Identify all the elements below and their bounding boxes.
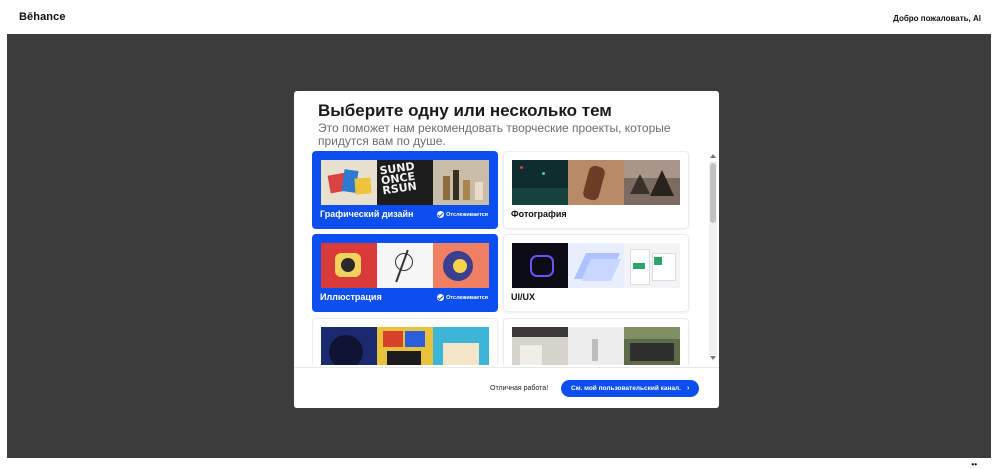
topic-card-graphic-design[interactable]: SUND ONCE RSUN Графический дизайн Отслежив… xyxy=(313,152,497,228)
thumbnail-image xyxy=(624,160,680,205)
thumbnail-image xyxy=(377,327,433,365)
check-circle-icon xyxy=(437,294,445,301)
topic-label: UI/UX xyxy=(511,292,536,302)
thumbnail-image xyxy=(512,160,568,205)
badge-label: Отслеживается xyxy=(446,294,488,301)
scroll-thumb[interactable] xyxy=(710,163,716,223)
topic-card-ui-ux[interactable]: UI/UX xyxy=(504,235,688,311)
modal-title: Выберите одну или несколько тем xyxy=(318,101,612,120)
thumbnail-image xyxy=(433,160,489,205)
thumbnail-image xyxy=(433,327,489,365)
welcome-text: Добро пожаловать, Al xyxy=(893,14,981,23)
topic-thumbnails: SUND ONCE RSUN xyxy=(321,160,489,205)
thumbnail-image xyxy=(433,243,489,288)
topic-label: Графический дизайн xyxy=(320,209,414,219)
topic-thumbnails xyxy=(321,327,489,365)
topic-scrollbar[interactable] xyxy=(709,153,717,363)
topic-picker-modal: Выберите одну или несколько тем Это помо… xyxy=(294,91,719,408)
topic-label: Фотография xyxy=(511,209,567,219)
thumbnail-image xyxy=(568,243,624,288)
thumbnail-image xyxy=(568,327,624,365)
bottom-strip xyxy=(0,458,993,468)
thumbnail-image xyxy=(321,160,377,205)
behance-logo[interactable]: Bēhance xyxy=(19,11,66,23)
topic-thumbnails xyxy=(512,160,680,205)
thumbnail-image xyxy=(624,243,680,288)
topic-thumbnails xyxy=(321,243,489,288)
scroll-down-icon[interactable] xyxy=(710,356,716,360)
topic-grid[interactable]: SUND ONCE RSUN Графический дизайн Отслежив… xyxy=(312,151,712,365)
top-bar: Bēhance Добро пожаловать, Al xyxy=(0,0,993,34)
following-badge: Отслеживается xyxy=(437,294,488,301)
thumbnail-image xyxy=(377,243,433,288)
topic-label: Иллюстрация xyxy=(320,292,382,302)
scroll-up-icon[interactable] xyxy=(710,154,716,158)
thumbnail-image xyxy=(512,327,568,365)
thumbnail-image xyxy=(512,243,568,288)
footer-note: Отличная работа! xyxy=(490,385,549,392)
topic-thumbnails xyxy=(512,327,680,365)
topic-card-photography[interactable]: Фотография xyxy=(504,152,688,228)
thumbnail-image xyxy=(321,327,377,365)
thumbnail-image: SUND ONCE RSUN xyxy=(377,160,433,205)
modal-footer: Отличная работа! См. мой пользовательски… xyxy=(294,367,719,408)
topic-thumbnails xyxy=(512,243,680,288)
view-feed-button[interactable]: См. мой пользовательский канал. › xyxy=(561,380,700,397)
modal-subtitle: Это поможет нам рекомендовать творческие… xyxy=(318,121,671,148)
chevron-right-icon: › xyxy=(686,385,690,392)
check-circle-icon xyxy=(437,211,445,218)
topic-card[interactable] xyxy=(313,319,497,365)
thumbnail-image xyxy=(568,160,624,205)
thumbnail-image xyxy=(321,243,377,288)
view-feed-button-label: См. мой пользовательский канал. xyxy=(571,385,681,392)
topic-card-illustration[interactable]: Иллюстрация Отслеживается xyxy=(313,235,497,311)
topic-card[interactable] xyxy=(504,319,688,365)
thumbnail-image xyxy=(624,327,680,365)
badge-label: Отслеживается xyxy=(446,211,488,218)
following-badge: Отслеживается xyxy=(437,211,488,218)
